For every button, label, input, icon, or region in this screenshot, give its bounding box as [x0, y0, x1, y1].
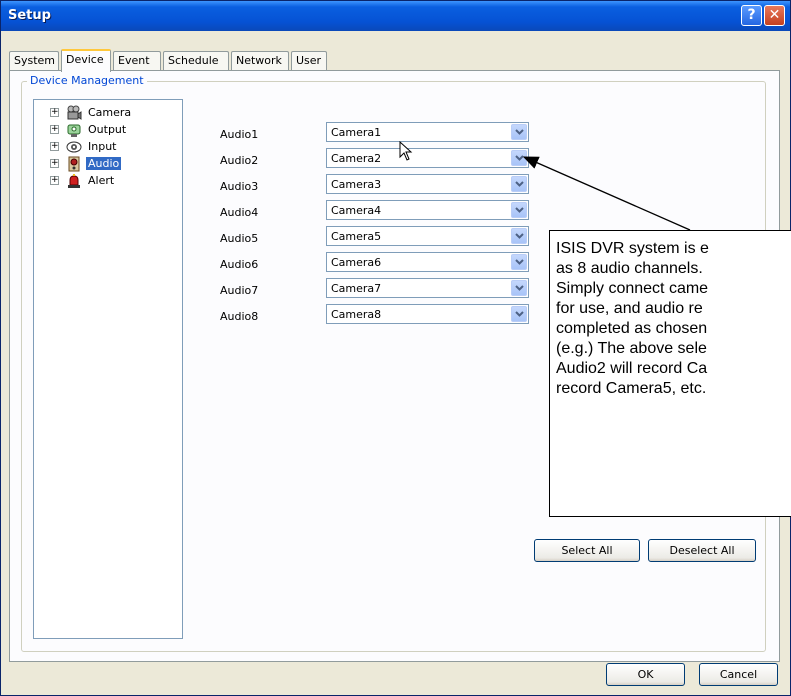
annotation-line: record Camera5, etc. [556, 380, 707, 397]
annotation-line: (e.g.) The above sele [556, 340, 707, 357]
annotation-line: as 8 audio channels. [556, 260, 703, 277]
annotation-line: completed as chosen [556, 320, 708, 337]
annotation-line: Audio2 will record Ca [556, 360, 708, 377]
tab-device[interactable]: Device [61, 49, 111, 72]
annotation-line: Simply connect came [556, 280, 709, 297]
mouse-pointer-icon [399, 140, 413, 164]
annotation-line: for use, and audio re [556, 300, 703, 317]
annotation-line: ISIS DVR system is e [556, 240, 709, 257]
annotation-callout: ISIS DVR system is e as 8 audio channels… [549, 230, 791, 517]
